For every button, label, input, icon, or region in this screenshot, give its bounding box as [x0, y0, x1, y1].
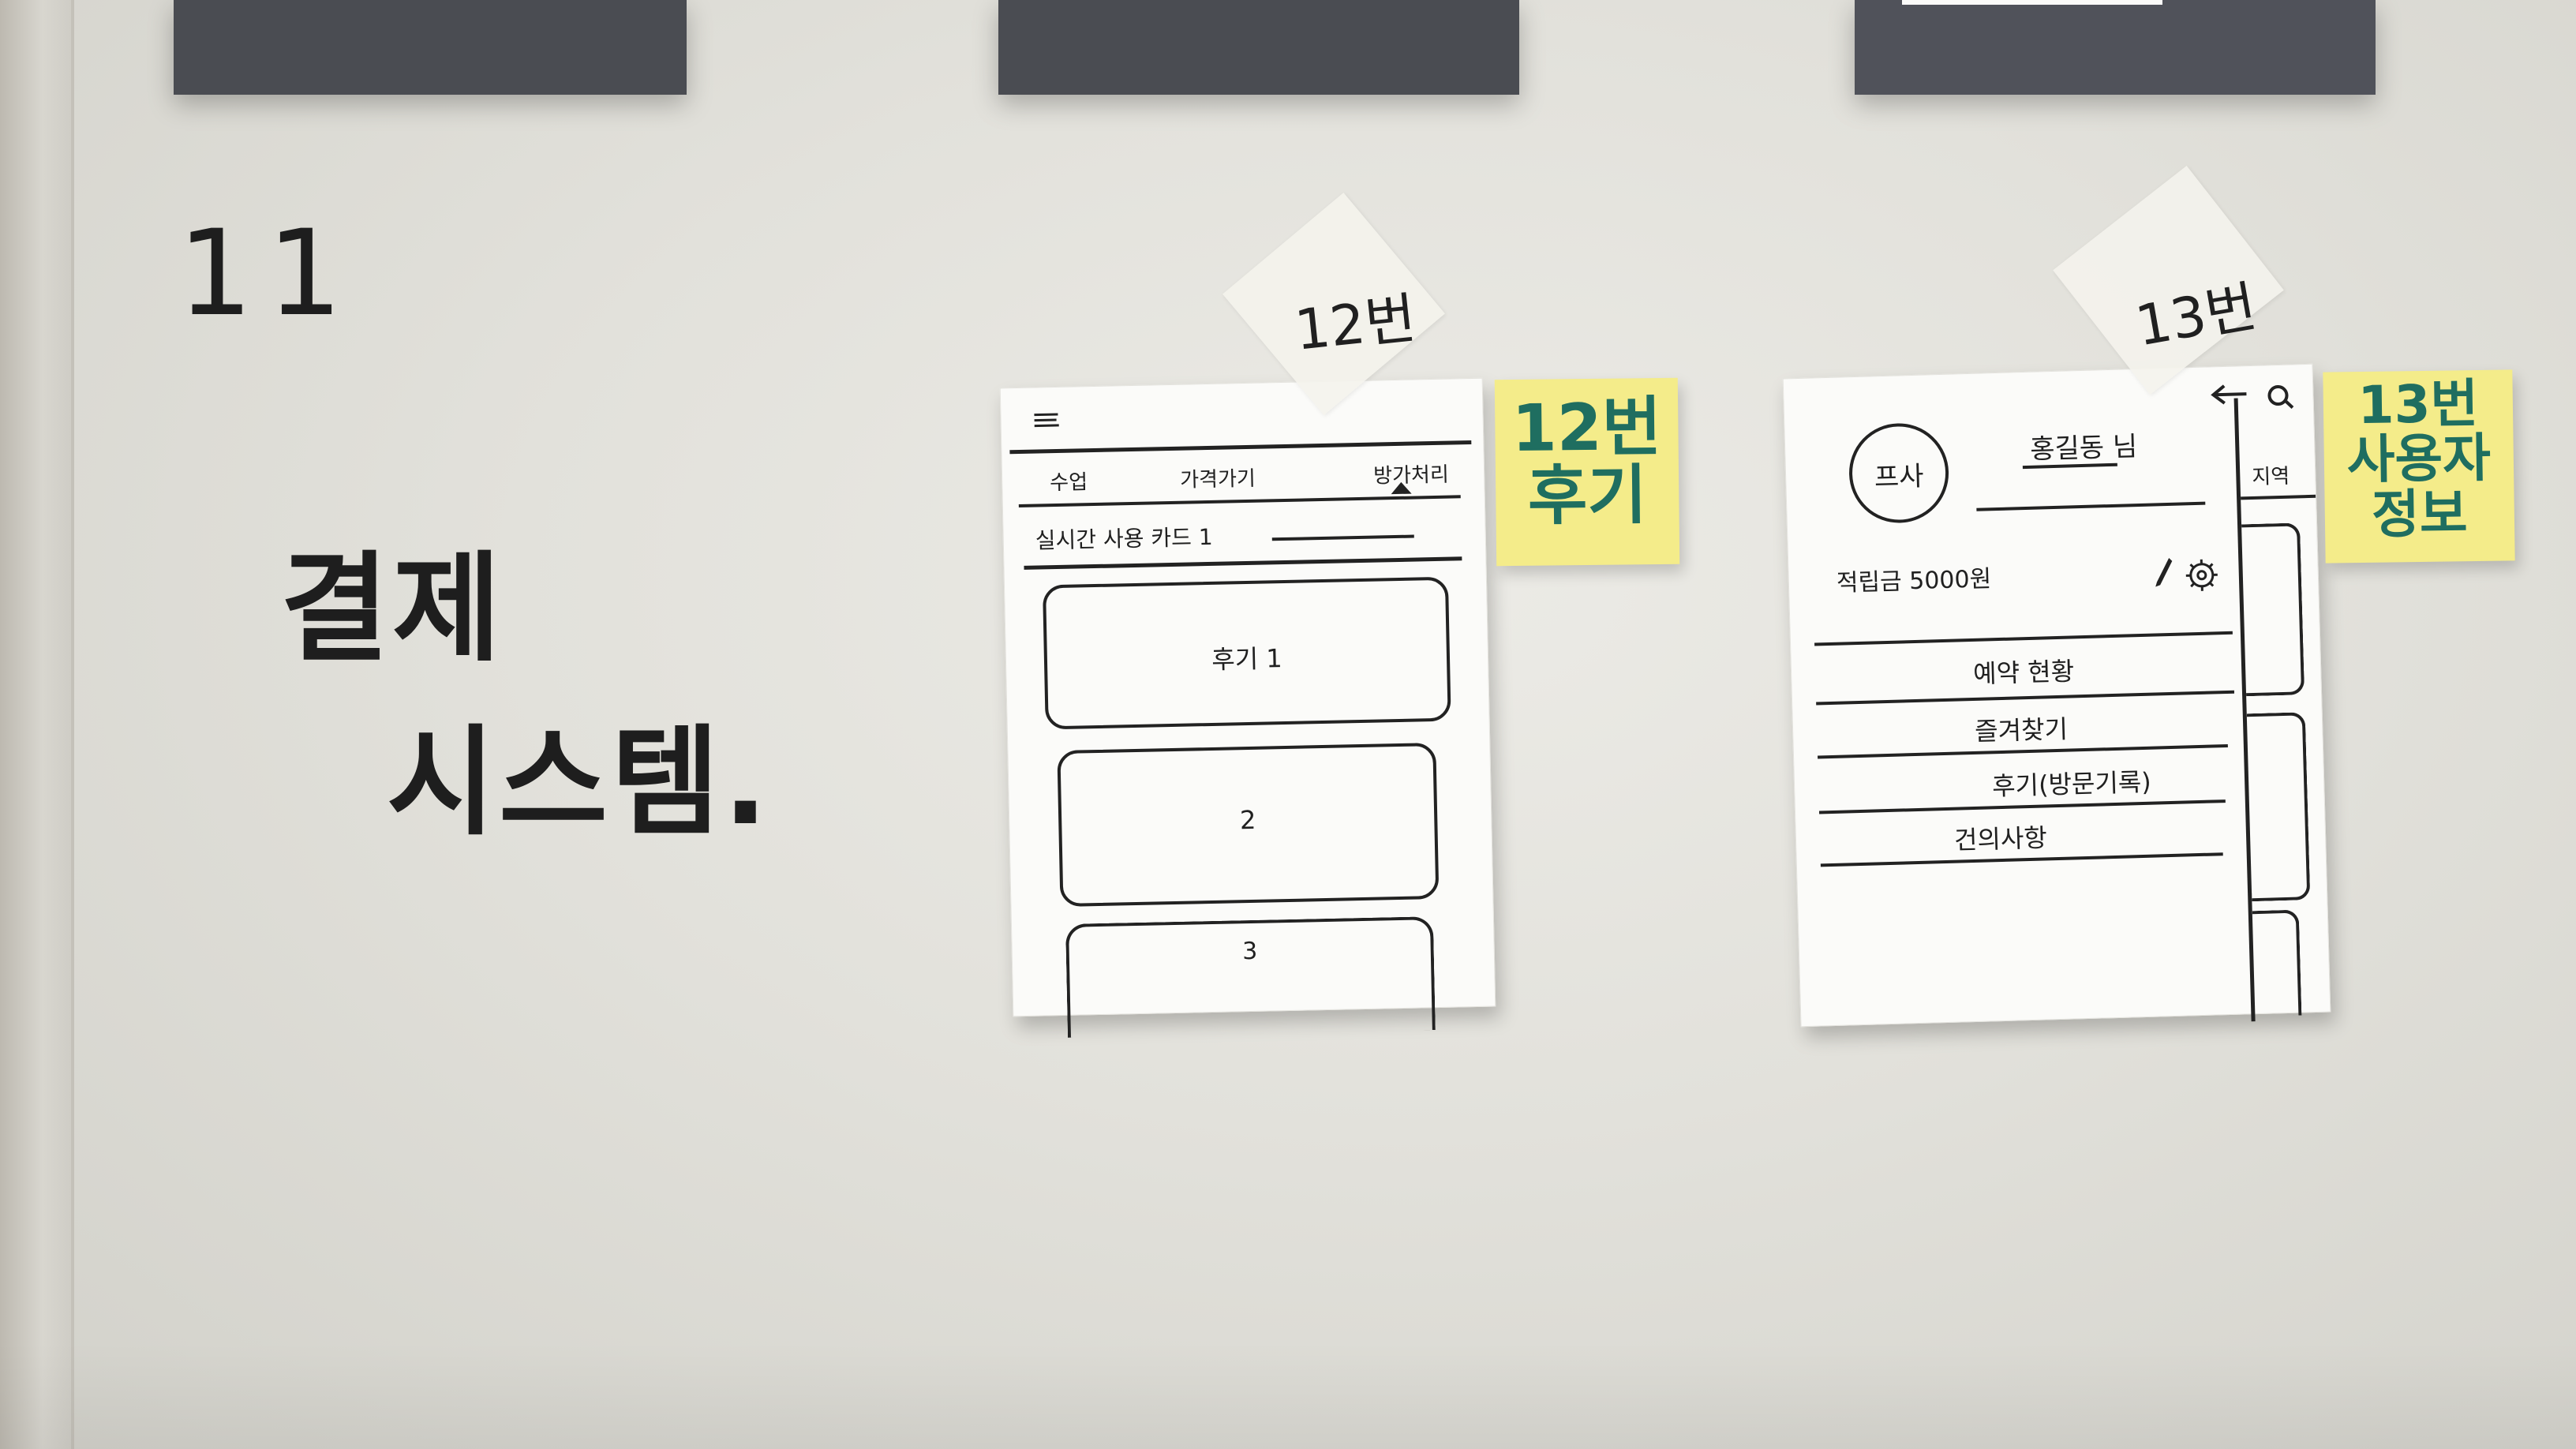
section-title-line2: 시스템. — [387, 714, 771, 852]
wireframe-sheet-12: 수업 가격가기 방가처리 실시간 사용 카드 1 후기 1 2 3 — [999, 377, 1496, 1038]
sticky-note-13: 13번 사용자 정보 — [2323, 369, 2515, 564]
tab-price[interactable]: 가격가기 — [1180, 462, 1256, 493]
background-card-1 — [2241, 522, 2305, 697]
menu-item-reviews[interactable]: 후기(방문기록) — [1991, 762, 2152, 803]
back-arrow-icon[interactable] — [2210, 382, 2250, 410]
subheader-divider — [1024, 556, 1462, 570]
realtime-card-label: 실시간 사용 카드 1 — [1035, 523, 1213, 554]
review-card-3-label: 3 — [1241, 937, 1258, 966]
pencil-icon[interactable] — [2153, 556, 2174, 592]
header-divider — [1009, 440, 1472, 455]
whiteboard-frame-edge — [0, 0, 74, 1449]
tabs-divider — [1018, 495, 1461, 508]
sticky-12-line1: 12번 — [1511, 390, 1662, 466]
menu-item-suggestions[interactable]: 건의사항 — [1953, 818, 2048, 856]
avatar-label: 프사 — [1874, 460, 1925, 494]
section-number: 11 — [178, 205, 357, 343]
menu-item-favorites[interactable]: 즐겨찾기 — [1975, 710, 2069, 748]
tab-class[interactable]: 수업 — [1050, 466, 1088, 496]
review-card-2[interactable]: 2 — [1057, 743, 1440, 908]
gear-icon[interactable] — [2183, 556, 2220, 597]
sticky-12-line2: 후기 — [1527, 458, 1648, 534]
sticky-13-line2: 사용자 — [2346, 428, 2492, 491]
review-card-2-label: 2 — [1239, 804, 1256, 836]
sticky-13-line3: 정보 — [2371, 482, 2469, 545]
side-tab-divider — [2241, 494, 2316, 500]
sticky-13-line1: 13번 — [2357, 373, 2479, 436]
section-title-line1: 결제 — [280, 541, 505, 678]
tape-label-12: 12번 — [1291, 286, 1419, 363]
sticky-note-12: 12번 후기 — [1494, 377, 1680, 567]
profile-divider — [1976, 501, 2206, 511]
wireframe-sheet-13: 프사 홍길동 님 적립금 5000원 예약 현황 즐겨찾기 후기(방문기록) 건… — [1782, 363, 2331, 1028]
top-card-right — [1855, 0, 2376, 95]
top-white-strip — [1902, 0, 2162, 5]
review-card-1[interactable]: 후기 1 — [1042, 576, 1451, 730]
background-card-3 — [2252, 909, 2302, 1017]
menu-divider-0 — [1814, 631, 2233, 646]
top-card-middle — [998, 0, 1519, 95]
points-balance: 적립금 5000원 — [1836, 565, 1992, 597]
menu-divider-1 — [1816, 690, 2235, 706]
menu-item-reservations[interactable]: 예약 현황 — [1973, 651, 2075, 691]
review-card-3[interactable]: 3 — [1065, 916, 1436, 1038]
search-icon[interactable] — [2265, 382, 2297, 414]
background-card-2 — [2246, 712, 2311, 902]
review-card-1-label: 후기 1 — [1211, 643, 1283, 675]
subheader-underline — [1271, 534, 1414, 541]
avatar: 프사 — [1848, 421, 1950, 525]
hamburger-menu-icon — [1032, 411, 1061, 429]
whiteboard-shadow — [0, 1342, 2576, 1449]
username: 홍길동 님 — [2029, 431, 2138, 466]
side-tab-region[interactable]: 지역 — [2252, 460, 2290, 490]
top-card-left — [174, 0, 687, 95]
